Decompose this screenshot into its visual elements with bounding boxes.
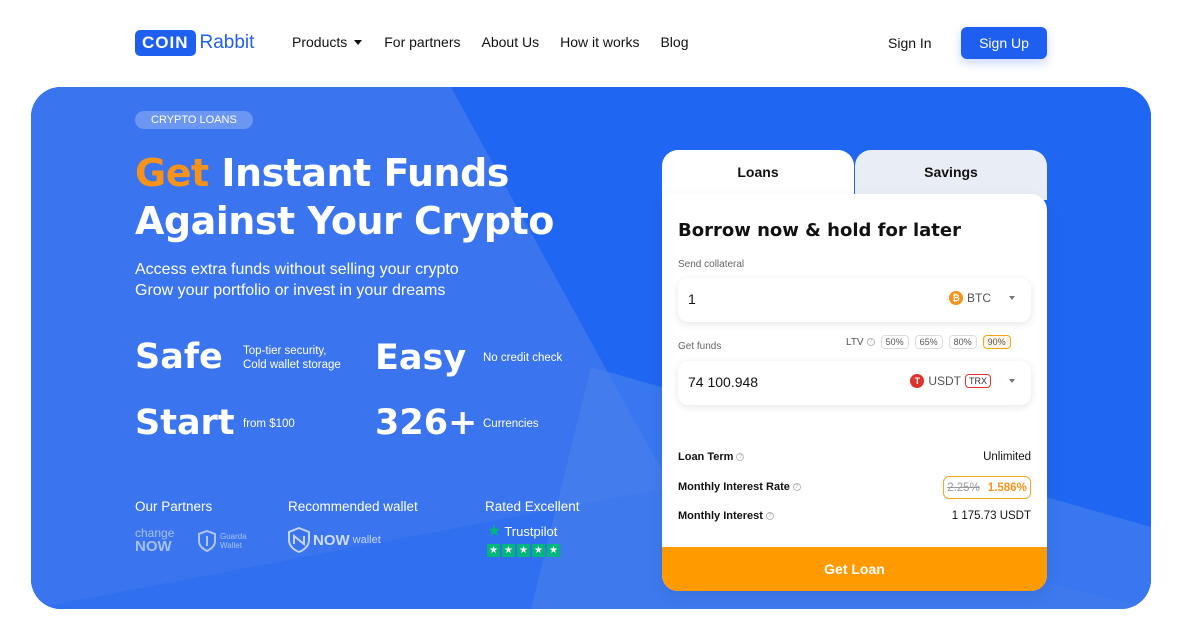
send-collateral-input[interactable]: 1 xyxy=(688,291,696,307)
ltv-label: LTV? xyxy=(846,337,875,348)
interest-rate-old: 2.25% xyxy=(947,481,980,494)
stat-safe-desc: Top-tier security, Cold wallet storage xyxy=(243,344,341,372)
bitcoin-icon: ₿ xyxy=(949,291,963,305)
monthly-interest-label: Monthly Interest? xyxy=(678,510,774,522)
guarda-logo[interactable]: Guarda Wallet xyxy=(198,530,247,552)
ltv-option-80[interactable]: 80% xyxy=(948,335,977,349)
stat-start-desc: from $100 xyxy=(243,418,295,430)
guarda-logo-line2: Wallet xyxy=(220,541,242,550)
stat-easy-desc: No credit check xyxy=(483,352,563,364)
tether-icon: T xyxy=(910,374,925,388)
stat-start: Start xyxy=(135,403,235,443)
recommended-wallet-title: Recommended wallet xyxy=(288,499,418,514)
tab-loans[interactable]: Loans xyxy=(662,150,854,200)
network-badge: TRX xyxy=(965,374,991,388)
nowwallet-logo[interactable]: NOW wallet xyxy=(288,527,381,553)
loan-calculator-card: Savings Loans Borrow now & hold for late… xyxy=(662,150,1047,591)
info-icon: ? xyxy=(765,512,774,521)
get-loan-button[interactable]: Get Loan xyxy=(662,547,1047,591)
logo-rabbit-text: Rabbit xyxy=(199,32,255,53)
collateral-currency: BTC xyxy=(967,291,991,305)
get-funds-label: Get funds xyxy=(678,341,722,352)
info-icon: ? xyxy=(792,483,801,492)
site-header: COIN Rabbit Products For partners About … xyxy=(0,0,1194,86)
stat-currencies-desc: Currencies xyxy=(483,418,539,430)
interest-rate-label-text: Monthly Interest Rate xyxy=(678,481,790,493)
collateral-currency-select[interactable]: ₿ BTC xyxy=(949,291,1015,305)
rated-excellent-title: Rated Excellent xyxy=(485,499,580,514)
crypto-loans-badge: CRYPTO LOANS xyxy=(135,111,253,129)
chevron-down-icon xyxy=(354,39,363,45)
nav-blog[interactable]: Blog xyxy=(660,34,688,50)
loan-term-label: Loan Term? xyxy=(678,451,745,463)
chevron-down-icon xyxy=(1009,296,1015,300)
nowwallet-logo-now: NOW xyxy=(313,531,350,549)
get-funds-field[interactable]: 74 100.948 T USDT TRX xyxy=(678,361,1031,405)
coinrabbit-logo[interactable]: COIN Rabbit xyxy=(135,30,254,56)
stat-safe-desc-line1: Top-tier security, xyxy=(243,345,327,357)
monthly-interest-label-text: Monthly Interest xyxy=(678,510,763,522)
monthly-interest-value: 1 175.73 USDT xyxy=(951,510,1031,522)
stat-currencies: 326+ xyxy=(375,403,478,443)
loan-term-label-text: Loan Term xyxy=(678,451,734,463)
interest-rate-label: Monthly Interest Rate? xyxy=(678,481,801,493)
sign-in-link[interactable]: Sign In xyxy=(888,35,932,51)
interest-rate-new: 1.586% xyxy=(987,481,1027,494)
logo-coin-mark: COIN xyxy=(135,30,196,56)
ltv-option-90[interactable]: 90% xyxy=(982,335,1011,349)
nav-products-label: Products xyxy=(292,34,348,50)
ltv-selector: LTV? 50% 65% 80% 90% xyxy=(846,335,1011,349)
changenow-logo[interactable]: change NOW xyxy=(135,527,174,555)
hero-headline: Get Instant Funds Against Your Crypto xyxy=(135,149,554,245)
send-collateral-label: Send collateral xyxy=(678,259,745,270)
guarda-logo-text: Guarda Wallet xyxy=(220,532,247,550)
headline-rest: Instant Funds xyxy=(221,151,509,195)
guarda-logo-line1: Guarda xyxy=(220,532,247,541)
nav-products[interactable]: Products xyxy=(292,34,363,50)
get-funds-input[interactable]: 74 100.948 xyxy=(688,374,758,390)
star-icon: ★ xyxy=(502,544,515,557)
headline-line2: Against Your Crypto xyxy=(135,199,554,243)
partners-title: Our Partners xyxy=(135,499,213,514)
stat-safe-desc-line2: Cold wallet storage xyxy=(243,359,341,371)
ltv-option-50[interactable]: 50% xyxy=(880,335,909,349)
tab-savings[interactable]: Savings xyxy=(855,150,1047,200)
stat-safe: Safe xyxy=(135,337,223,377)
trustpilot-label: Trustpilot xyxy=(504,524,558,539)
star-icon: ★ xyxy=(532,544,545,557)
info-icon: ? xyxy=(736,453,745,462)
ltv-label-text: LTV xyxy=(846,336,864,348)
ltv-option-65[interactable]: 65% xyxy=(914,335,943,349)
stat-easy: Easy xyxy=(375,338,467,378)
nav-how-it-works[interactable]: How it works xyxy=(560,34,639,50)
star-icon: ★ xyxy=(517,544,530,557)
loan-calculator-body: Borrow now & hold for later Send collate… xyxy=(662,194,1047,591)
main-nav: Products For partners About Us How it wo… xyxy=(292,34,688,50)
nav-about-us[interactable]: About Us xyxy=(482,34,540,50)
hero-subtitle-line2: Grow your portfolio or invest in your dr… xyxy=(135,282,446,299)
calculator-title: Borrow now & hold for later xyxy=(678,220,961,241)
changenow-logo-line2: NOW xyxy=(135,538,172,555)
nowwallet-logo-wallet: wallet xyxy=(352,534,381,546)
chevron-down-icon xyxy=(1009,379,1015,383)
loan-term-value: Unlimited xyxy=(983,451,1031,463)
hero-subtitle-line1: Access extra funds without selling your … xyxy=(135,261,459,278)
funds-currency: USDT xyxy=(928,374,961,388)
headline-accent: Get xyxy=(135,151,209,195)
trustpilot-rating-stars: ★ ★ ★ ★ ★ xyxy=(487,544,560,557)
shield-icon xyxy=(198,530,216,552)
funds-currency-select[interactable]: T USDT TRX xyxy=(910,374,1015,388)
trustpilot-star-icon: ★ xyxy=(487,522,502,540)
sign-up-button[interactable]: Sign Up xyxy=(961,27,1047,59)
star-icon: ★ xyxy=(547,544,560,557)
nav-for-partners[interactable]: For partners xyxy=(384,34,460,50)
star-icon: ★ xyxy=(487,544,500,557)
nowwallet-shield-icon xyxy=(288,527,310,553)
hero-subtitle: Access extra funds without selling your … xyxy=(135,259,459,301)
trustpilot-logo[interactable]: ★ Trustpilot xyxy=(487,522,558,540)
send-collateral-field[interactable]: 1 ₿ BTC xyxy=(678,278,1031,322)
info-icon: ? xyxy=(866,337,875,346)
interest-rate-value: 2.25% 1.586% xyxy=(943,476,1031,499)
